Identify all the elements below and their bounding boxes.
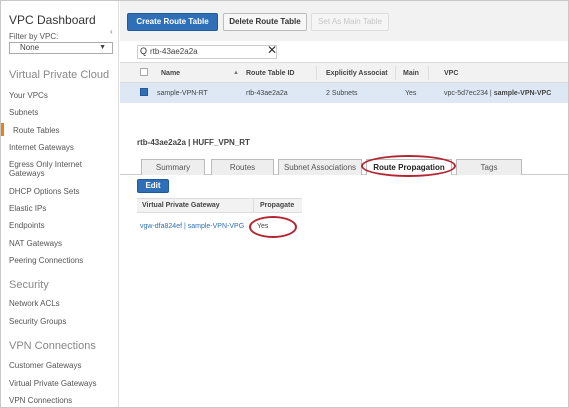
column-header-route-table-id[interactable]: Route Table ID xyxy=(246,70,294,77)
sidebar-item-nat-gateways[interactable]: NAT Gateways xyxy=(9,239,62,248)
cell-vpc-name: sample-VPN-VPC xyxy=(493,90,552,97)
route-propagation-highlight xyxy=(361,155,456,177)
set-as-main-table-button[interactable]: Set As Main Table xyxy=(311,13,389,31)
cell-vpc: vpc-5d7ec234 | sample-VPN-VPC xyxy=(444,90,551,97)
tab-routes[interactable]: Routes xyxy=(211,159,274,175)
section-vpn-connections: VPN Connections xyxy=(9,340,96,352)
sidebar-item-egress-only-internet[interactable]: Egress Only Internet xyxy=(9,160,82,169)
sort-ascending-icon[interactable]: ▲ xyxy=(233,70,239,76)
active-item-indicator xyxy=(1,123,4,136)
sidebar-item-endpoints[interactable]: Endpoints xyxy=(9,221,45,230)
section-virtual-private-cloud: Virtual Private Cloud xyxy=(9,69,110,81)
column-header-name[interactable]: Name xyxy=(161,70,180,77)
detail-title: rtb-43ae2a2a | HUFF_VPN_RT xyxy=(137,138,250,147)
edit-button[interactable]: Edit xyxy=(137,179,169,193)
column-header-explicitly-associated[interactable]: Explicitly Associat xyxy=(326,70,388,77)
sidebar-item-peering-connections[interactable]: Peering Connections xyxy=(9,256,83,265)
delete-route-table-button[interactable]: Delete Route Table xyxy=(223,13,307,31)
column-header-virtual-private-gateway: Virtual Private Gateway xyxy=(142,202,220,209)
sidebar-item-network-acls[interactable]: Network ACLs xyxy=(9,299,60,308)
vpc-filter-select[interactable]: None ▼ xyxy=(9,42,113,54)
gateway-link[interactable]: vgw-dfa824ef | sample-VPN-VPG xyxy=(140,223,244,230)
column-header-propagate: Propagate xyxy=(260,202,295,209)
sidebar-item-subnets[interactable]: Subnets xyxy=(9,108,38,117)
tab-tags[interactable]: Tags xyxy=(456,159,522,175)
sidebar-item-egress-only-gateways[interactable]: Gateways xyxy=(9,169,45,178)
section-security: Security xyxy=(9,279,49,291)
sidebar-item-your-vpcs[interactable]: Your VPCs xyxy=(9,91,48,100)
sidebar-item-security-groups[interactable]: Security Groups xyxy=(9,317,66,326)
chevron-down-icon: ▼ xyxy=(99,44,106,51)
sidebar-item-dhcp-options-sets[interactable]: DHCP Options Sets xyxy=(9,187,80,196)
row-select-checkbox[interactable] xyxy=(140,88,148,96)
search-query[interactable]: rtb-43ae2a2a xyxy=(150,47,198,56)
column-divider xyxy=(395,66,396,80)
select-all-checkbox[interactable] xyxy=(140,68,148,76)
sidebar-item-virtual-private-gateways[interactable]: Virtual Private Gateways xyxy=(9,379,96,388)
sidebar-item-internet-gateways[interactable]: Internet Gateways xyxy=(9,143,74,152)
cell-name: sample-VPN-RT xyxy=(157,90,208,97)
propagate-yes-highlight xyxy=(249,216,297,238)
column-header-main[interactable]: Main xyxy=(403,70,419,77)
clear-search-icon[interactable]: ✕ xyxy=(267,43,277,57)
sidebar-item-vpn-connections[interactable]: VPN Connections xyxy=(9,396,72,405)
filter-label: Filter by VPC: xyxy=(9,32,59,41)
vpc-filter-value: None xyxy=(20,43,40,52)
sidebar-item-route-tables[interactable]: Route Tables xyxy=(13,126,60,135)
column-header-vpc[interactable]: VPC xyxy=(444,70,458,77)
column-divider xyxy=(428,66,429,80)
sidebar: VPC Dashboard ‹ Filter by VPC: None ▼ Vi… xyxy=(1,1,119,407)
sidebar-item-customer-gateways[interactable]: Customer Gateways xyxy=(9,361,81,370)
column-divider xyxy=(253,199,254,212)
cell-explicit-associations: 2 Subnets xyxy=(326,90,358,97)
column-divider xyxy=(316,66,317,80)
tab-summary[interactable]: Summary xyxy=(141,159,205,175)
sidebar-item-elastic-ips[interactable]: Elastic IPs xyxy=(9,204,46,213)
cell-vpc-id: vpc-5d7ec234 | xyxy=(444,90,492,97)
sidebar-title[interactable]: VPC Dashboard xyxy=(9,13,96,27)
tab-subnet-associations[interactable]: Subnet Associations xyxy=(278,159,362,175)
cell-main: Yes xyxy=(405,90,417,97)
create-route-table-button[interactable]: Create Route Table xyxy=(127,13,218,31)
search-icon: Q xyxy=(140,46,148,56)
cell-route-table-id: rtb-43ae2a2a xyxy=(246,90,288,97)
collapse-sidebar-icon[interactable]: ‹ xyxy=(110,27,113,36)
